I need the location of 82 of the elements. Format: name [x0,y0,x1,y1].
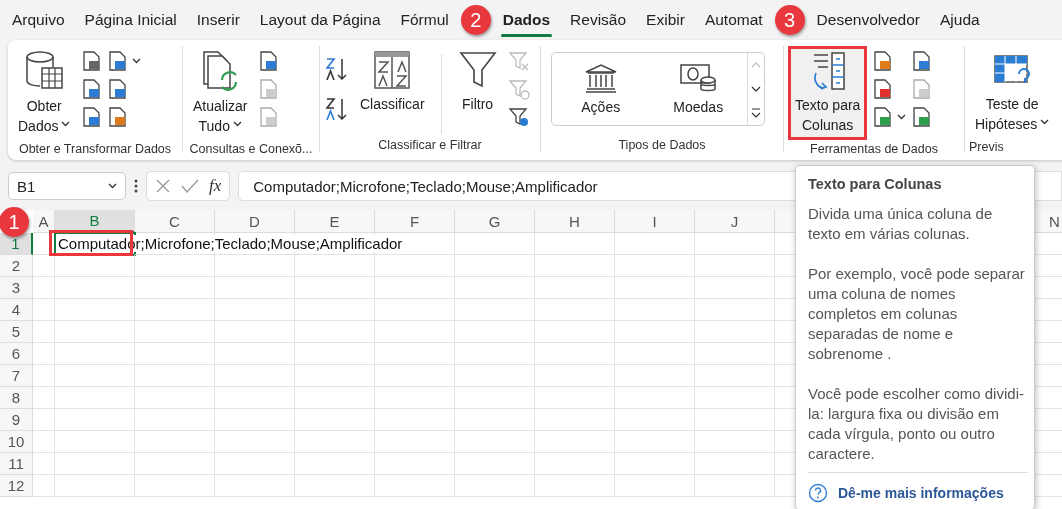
ribbon-tab[interactable]: Desenvolvedor [806,1,930,39]
tooltip-title: Texto para Colunas [808,176,943,192]
tooltip-text: Divida uma única coluna de texto em várias colunas. [808,204,994,244]
sort-dialog-icon [372,50,413,90]
chevron-down-icon [132,58,142,64]
row-header[interactable]: 11 [0,453,33,475]
column-header[interactable]: G [455,210,535,233]
grid-cell [33,277,55,299]
column-header[interactable]: H [535,210,615,233]
grid-cell [33,299,55,321]
grid-cell [33,453,55,475]
ribbon-tab[interactable]: Revisão [560,1,637,39]
name-box[interactable]: B1 [8,172,126,200]
column-header[interactable]: E [295,210,375,233]
data-type-option[interactable]: Ações [552,53,650,125]
ribbon-tab[interactable]: Inserir [186,1,250,39]
funnel-icon [457,50,498,90]
tooltip-text: Você pode escolher como dividi-la: largura fixa ou divisão em cada vírgula, ponto ou outro caractere. [808,384,1025,464]
row-header[interactable]: 6 [0,343,33,365]
column-header[interactable]: D [215,210,295,233]
learn-more-link[interactable]: Dê-me mais informações [838,485,1004,501]
group-label: Ferramentas de Dados [809,141,939,156]
grid-cell [33,365,55,387]
ribbon-tab[interactable]: Layout da Página [249,1,391,39]
ribbon-button[interactable]: Teste de Hipóteses [969,46,1056,138]
group-label: Obter e Transformar Dados [17,141,173,156]
sort-ascending-icon[interactable] [324,56,350,82]
grid-cell [33,431,55,453]
column-header[interactable]: J [695,210,775,233]
grid-cell [33,475,55,497]
column-header[interactable]: F [375,210,455,233]
ribbon-button[interactable]: Texto para Colunas [788,46,868,140]
insert-function-button[interactable]: fx [209,176,222,196]
group-label: Classificar e Filtrar [377,137,483,152]
row-header[interactable]: 2 [0,255,33,277]
tooltip-text: Por exemplo, você pode separar uma coluna de nomes completos em colunas separadas de nome e sobrenome . [808,264,1026,364]
row-header[interactable]: 1 [0,233,33,255]
sort-descending-icon[interactable] [324,96,350,122]
grid-cell [33,409,55,431]
column-header[interactable]: I [615,210,695,233]
help-icon [808,483,828,503]
database-table-icon [24,50,65,92]
ribbon-tab[interactable]: Ajuda [930,1,990,39]
ribbon-button[interactable]: Filtro [451,46,504,118]
grid-cell [33,343,55,365]
chevron-down-icon [108,183,117,189]
callout-badge: 1 [0,207,29,237]
ribbon-button[interactable]: Obter Dados [12,46,77,140]
group-label: Consultas e Conexõ... [188,141,314,156]
ribbon-tab[interactable]: Fórmul [390,1,459,39]
column-header[interactable]: C [135,210,215,233]
grid-cell [33,321,55,343]
ribbon-button[interactable]: Atualizar Tudo [187,46,254,140]
bank-building-icon [583,63,618,93]
check-icon[interactable] [181,178,199,194]
row-header[interactable]: 8 [0,387,33,409]
ribbon-tab[interactable]: Exibir [636,1,695,39]
more-icon[interactable] [134,178,138,194]
data-type-option[interactable]: Moedas [649,53,747,125]
row-header[interactable]: 9 [0,409,33,431]
column-header[interactable]: A [33,210,55,233]
ribbon-tab[interactable]: Dados [492,1,561,39]
chevron-down-icon [897,114,907,120]
banknote-coins-icon [679,63,718,93]
grid-cell [33,387,55,409]
cancel-icon[interactable] [155,178,171,194]
row-header[interactable]: 4 [0,299,33,321]
callout-badge: 2 [460,5,491,35]
row-header[interactable]: 7 [0,365,33,387]
row-header[interactable]: 10 [0,431,33,453]
row-header[interactable]: 5 [0,321,33,343]
advanced-filter-icon[interactable] [507,106,530,128]
callout-badge: 3 [774,5,805,35]
grid-cell [33,255,55,277]
ribbon-button[interactable]: Classificar [354,46,431,118]
ribbon-tab[interactable]: Página Inicial [74,1,187,39]
row-header[interactable]: 3 [0,277,33,299]
group-label: Previs [969,139,1004,154]
row-header[interactable]: 12 [0,475,33,497]
group-label: Tipos de Dados [617,137,707,152]
ribbon-tab[interactable]: Arquivo [2,1,75,39]
ribbon-tab[interactable]: Automat [694,1,773,39]
